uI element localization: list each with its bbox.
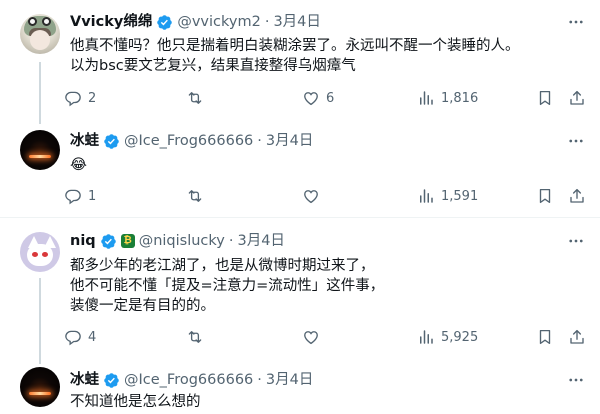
timestamp[interactable]: 3月4日 [266,370,313,390]
more-options-icon[interactable] [566,131,586,151]
retweet-button[interactable] [186,327,210,347]
avatar[interactable] [20,14,60,54]
verified-badge-icon [100,233,116,249]
handle[interactable]: @Ice_Frog666666 [124,131,253,151]
reply-icon [65,330,81,346]
views-button[interactable]: 1,591 [417,186,478,206]
action-bar: 2 6 1,816 [64,88,584,108]
tweet-text: 他真不懂吗？他只是揣着明白装糊涂罢了。永远叫不醒一个装睡的人。 以为bsc要文艺… [70,38,520,74]
avatar[interactable] [20,232,60,272]
share-icon [570,90,584,105]
reply-button[interactable]: 1 [64,186,96,206]
share-button[interactable] [568,186,586,206]
action-bar: 4 5,925 [64,327,584,347]
reply-button[interactable]: 4 [64,327,96,347]
retweet-icon [188,331,202,343]
timestamp[interactable]: 3月4日 [266,131,313,151]
views-chart-icon [420,91,433,105]
reply-icon [65,91,81,107]
avatar[interactable] [20,367,60,407]
like-button[interactable] [302,327,326,347]
views-chart-icon [420,189,433,203]
thread-line [39,62,41,124]
tweet-text: 都多少年的老江湖了，也是从微博时期过来了， 他不可能不懂「提及=注意力=流动性」… [70,258,385,314]
handle[interactable]: @niqislucky [139,231,225,251]
share-icon [570,329,584,344]
share-button[interactable] [568,88,586,108]
thread-line [39,278,41,364]
handle[interactable]: @vvickym2 [177,12,260,32]
bookmark-button[interactable] [536,186,554,206]
more-options-icon[interactable] [566,231,586,251]
affiliate-badge-icon: ₿ [120,234,135,248]
avatar[interactable] [20,130,60,170]
bookmark-icon [539,329,551,345]
timestamp[interactable]: 3月4日 [237,231,284,251]
views-button[interactable]: 1,816 [417,88,478,108]
bookmark-button[interactable] [536,88,554,108]
tweet-divider [0,217,600,218]
heart-icon [304,331,318,345]
bookmark-icon [539,90,551,106]
views-button[interactable]: 5,925 [417,327,478,347]
bookmark-button[interactable] [536,327,554,347]
handle[interactable]: @Ice_Frog666666 [124,370,253,390]
verified-badge-icon [104,133,119,149]
tweet-header: 冰蛙 @Ice_Frog666666 · 3月4日 [70,370,314,390]
tweet-text: 不知道他是怎么想的 [70,394,201,410]
retweet-button[interactable] [186,186,210,206]
heart-icon [304,190,318,204]
retweet-button[interactable] [186,88,210,108]
tweet-header: niq ₿ @niqislucky · 3月4日 [70,231,285,251]
reply-icon [65,189,81,205]
display-name[interactable]: 冰蛙 [70,131,99,151]
tweet-text: 😂 [70,157,87,173]
bookmark-icon [539,188,551,204]
heart-icon [304,92,318,106]
verified-badge-icon [104,372,119,388]
like-button[interactable] [302,186,326,206]
timestamp[interactable]: 3月4日 [273,12,320,32]
more-options-icon[interactable] [566,370,586,390]
tweet-header: 冰蛙 @Ice_Frog666666 · 3月4日 [70,131,314,151]
action-bar: 1 1,591 [64,186,584,206]
display-name[interactable]: 冰蛙 [70,370,99,390]
share-button[interactable] [568,327,586,347]
share-icon [570,188,584,203]
views-chart-icon [420,330,433,344]
verified-badge-icon [157,14,173,30]
display-name[interactable]: niq [70,231,96,251]
more-options-icon[interactable] [566,12,586,32]
tweet-header: Vvicky绵绵 @vvickym2 · 3月4日 [70,12,321,32]
retweet-icon [188,92,202,104]
retweet-icon [188,190,202,202]
like-button[interactable]: 6 [302,88,334,108]
display-name[interactable]: Vvicky绵绵 [70,12,152,32]
reply-button[interactable]: 2 [64,88,96,108]
